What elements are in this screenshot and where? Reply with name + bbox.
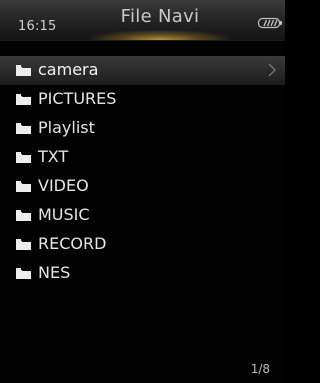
page-indicator: 1/8 bbox=[250, 362, 270, 376]
clock-time: 16:15 bbox=[18, 19, 57, 34]
folder-icon bbox=[16, 152, 31, 163]
folder-icon bbox=[16, 181, 31, 192]
battery-icon bbox=[257, 17, 282, 29]
screen-title: File Navi bbox=[120, 6, 200, 27]
chevron-right-icon bbox=[268, 63, 276, 77]
folder-icon bbox=[16, 94, 31, 105]
list-item-playlist[interactable]: Playlist bbox=[0, 114, 285, 143]
folder-icon bbox=[16, 268, 31, 279]
folder-icon bbox=[16, 65, 31, 76]
list-item-label: VIDEO bbox=[38, 176, 89, 195]
folder-icon bbox=[16, 210, 31, 221]
file-navi-screen: 16:15 File Navi camera PICTURES Playlist… bbox=[0, 0, 285, 383]
list-item-txt[interactable]: TXT bbox=[0, 143, 285, 172]
header-glow bbox=[90, 30, 230, 40]
list-item-label: Playlist bbox=[38, 118, 95, 137]
list-item-nes[interactable]: NES bbox=[0, 259, 285, 288]
header-divider bbox=[0, 40, 285, 41]
status-bar: 16:15 File Navi bbox=[0, 0, 285, 40]
list-item-label: RECORD bbox=[38, 234, 107, 253]
list-item-label: NES bbox=[38, 263, 71, 282]
list-item-label: camera bbox=[38, 60, 99, 79]
list-item-label: TXT bbox=[38, 147, 69, 166]
list-item-label: PICTURES bbox=[38, 89, 117, 108]
list-item-video[interactable]: VIDEO bbox=[0, 172, 285, 201]
folder-icon bbox=[16, 239, 31, 250]
list-item-music[interactable]: MUSIC bbox=[0, 201, 285, 230]
list-item-pictures[interactable]: PICTURES bbox=[0, 85, 285, 114]
file-list: camera PICTURES Playlist TXT VIDEO MUSIC… bbox=[0, 56, 285, 288]
folder-icon bbox=[16, 123, 31, 134]
list-item-camera[interactable]: camera bbox=[0, 56, 285, 85]
list-item-label: MUSIC bbox=[38, 205, 90, 224]
list-item-record[interactable]: RECORD bbox=[0, 230, 285, 259]
